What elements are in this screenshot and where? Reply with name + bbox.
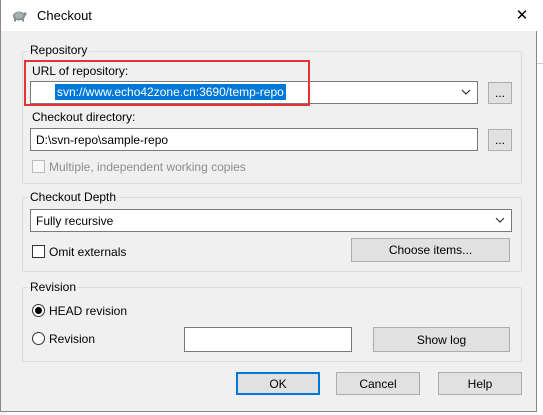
revision-group-label: Revision xyxy=(28,280,79,294)
revision-radio[interactable] xyxy=(32,332,45,345)
url-highlight-annotation xyxy=(24,60,310,106)
background-divider-right xyxy=(537,63,543,64)
url-browse-button[interactable]: ... xyxy=(488,82,512,104)
close-icon: ✕ xyxy=(515,7,529,24)
multiple-working-copies-checkbox[interactable] xyxy=(32,160,45,173)
checkout-directory-field[interactable]: D:\svn-repo\sample-repo xyxy=(30,128,478,151)
close-button[interactable]: ✕ xyxy=(510,4,534,26)
tortoise-icon xyxy=(13,11,27,22)
revision-number-field[interactable] xyxy=(184,327,352,352)
checkout-directory-value: D:\svn-repo\sample-repo xyxy=(36,133,169,147)
revision-label: Revision xyxy=(49,332,96,346)
checkout-depth-select[interactable]: Fully recursive xyxy=(30,209,512,232)
omit-externals-label: Omit externals xyxy=(49,245,127,259)
checkout-depth-group-label: Checkout Depth xyxy=(28,190,119,204)
ok-button[interactable]: OK xyxy=(236,372,320,395)
checkout-dialog: Checkout ✕ Repository URL of repository:… xyxy=(0,0,538,412)
chevron-down-icon[interactable] xyxy=(461,84,471,103)
repository-group-label: Repository xyxy=(28,43,90,57)
head-revision-radio[interactable] xyxy=(32,304,45,317)
checkout-depth-value: Fully recursive xyxy=(36,214,114,228)
cancel-button[interactable]: Cancel xyxy=(336,372,420,395)
title-bar: Checkout ✕ xyxy=(1,0,538,31)
chevron-down-icon[interactable] xyxy=(495,212,505,231)
help-button[interactable]: Help xyxy=(438,372,522,395)
multiple-working-copies-label: Multiple, independent working copies xyxy=(49,160,246,174)
head-revision-label: HEAD revision xyxy=(49,304,128,318)
omit-externals-checkbox[interactable] xyxy=(32,245,45,258)
checkout-directory-browse-button[interactable]: ... xyxy=(488,129,512,151)
show-log-button[interactable]: Show log xyxy=(373,327,510,352)
checkout-directory-label: Checkout directory: xyxy=(32,110,136,124)
radio-selected-dot xyxy=(35,307,42,314)
window-title: Checkout xyxy=(37,8,92,23)
choose-items-button[interactable]: Choose items... xyxy=(351,238,510,262)
